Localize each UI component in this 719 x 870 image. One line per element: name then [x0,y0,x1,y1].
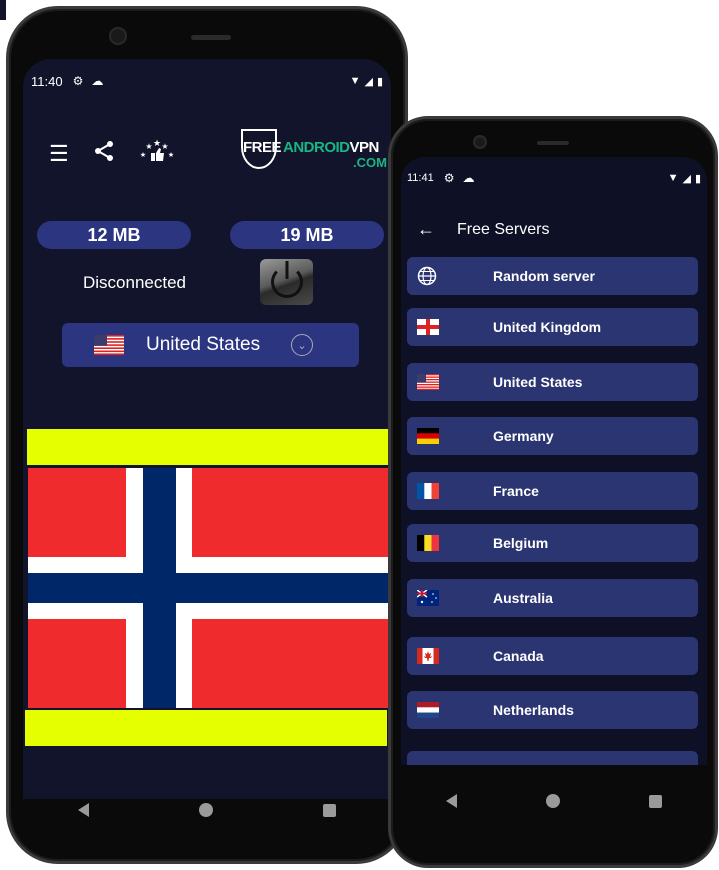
server-item-netherlands[interactable]: Netherlands [407,691,698,729]
nav-back-icon[interactable] [78,803,89,817]
main-screen: 11:40 ⚙ ☁ ▼ ◢ ▮ ☰ ★ ★ ★ ★ ★ FREE ANDROIDVPN … [23,59,391,799]
svg-text:★: ★ [140,151,146,159]
power-icon [270,261,303,298]
germany-flag-icon [417,428,439,444]
country-selector[interactable]: United States ⌄ [62,323,359,367]
connection-status: Disconnected [83,273,187,292]
svg-text:★: ★ [161,142,168,151]
share-icon[interactable] [93,140,115,168]
server-item-belgium[interactable]: Belgium [407,524,698,562]
gear-icon: ⚙ [443,171,455,185]
signal-icon: ◢ [364,75,373,88]
status-bar: 11:41 ⚙ ☁ ▼ ◢ ▮ [401,169,707,187]
svg-text:★: ★ [168,151,174,159]
ad-bar-top [27,429,389,465]
us-flag-icon [417,374,439,390]
nav-recents-icon[interactable] [323,803,336,817]
chevron-down-icon: ⌄ [291,334,313,356]
cloud-icon: ☁ [91,74,104,88]
battery-icon: ▮ [694,172,701,185]
page-title: Free Servers [457,220,550,238]
server-name: United Kingdom [493,319,602,335]
logo-android: ANDROIDVPN [283,139,379,156]
status-time: 11:40 [31,73,63,89]
ad-bar-bottom [25,710,387,746]
server-name: France [493,483,539,499]
server-item-us[interactable]: United States [407,363,698,401]
server-item-australia[interactable]: Australia [407,579,698,617]
main-phone-frame: 11:40 ⚙ ☁ ▼ ◢ ▮ ☰ ★ ★ ★ ★ ★ FREE ANDROIDVPN … [6,6,408,864]
server-name: Canada [493,648,544,664]
status-time: 11:41 [407,172,434,184]
server-item-partial[interactable] [407,751,698,765]
download-usage: 12 MB [37,221,191,249]
front-camera [109,27,127,45]
front-camera [473,135,487,149]
speaker [537,141,569,145]
server-name: United States [493,374,583,390]
servers-header: ← Free Servers [417,219,549,240]
nav-home-icon[interactable] [545,794,560,808]
wifi-icon: ▼ [349,74,361,87]
svg-text:★: ★ [145,142,152,151]
france-flag-icon [417,483,439,499]
logo-vpn: VPN [349,139,380,156]
corner-mark [0,0,6,20]
server-item-uk[interactable]: United Kingdom [407,308,698,346]
server-name: Netherlands [493,702,574,718]
gear-icon: ⚙ [72,74,84,88]
connect-power-button[interactable] [260,259,313,305]
nav-recents-icon[interactable] [649,794,663,808]
server-name: Random server [493,268,595,284]
rate-stars-thumb-icon[interactable]: ★ ★ ★ ★ ★ [139,137,175,171]
us-flag-icon [94,335,124,355]
brand-logo: FREE ANDROIDVPN .COM [241,125,391,175]
wifi-icon: ▼ [667,171,679,184]
back-arrow-icon[interactable]: ← [417,219,435,240]
logo-android-text: ANDROID [283,139,350,156]
nav-bar [401,773,707,829]
signal-icon: ◢ [682,172,691,185]
nav-home-icon[interactable] [199,803,213,817]
australia-flag-icon [417,590,439,606]
cloud-icon: ☁ [462,171,475,185]
server-item-france[interactable]: France [407,472,698,510]
speaker [191,35,231,40]
globe-icon [417,266,437,286]
servers-phone-frame: 11:41 ⚙ ☁ ▼ ◢ ▮ ← Free Servers Random se… [388,116,718,868]
server-item-random[interactable]: Random server [407,257,698,295]
server-item-canada[interactable]: Canada [407,637,698,675]
status-bar: 11:40 ⚙ ☁ ▼ ◢ ▮ [23,71,391,91]
belgium-flag-icon [417,535,439,551]
logo-free: FREE [243,139,282,156]
server-name: Belgium [493,535,549,551]
servers-screen: 11:41 ⚙ ☁ ▼ ◢ ▮ ← Free Servers Random se… [401,157,707,765]
canada-flag-icon [417,648,439,664]
server-item-germany[interactable]: Germany [407,417,698,455]
norway-flag-banner [28,468,388,708]
upload-usage: 19 MB [230,221,384,249]
nav-bar [23,783,391,837]
server-name: Australia [493,590,553,606]
logo-com: .COM [353,155,387,170]
server-name: Germany [493,428,554,444]
netherlands-flag-icon [417,702,439,718]
svg-text:★: ★ [153,138,161,148]
england-flag-icon [417,319,439,335]
server-list: Random server United Kingdom United Stat… [407,257,698,765]
toolbar: ☰ ★ ★ ★ ★ ★ [49,137,175,171]
selected-country-name: United States [146,334,261,355]
battery-icon: ▮ [376,75,383,88]
menu-list-icon[interactable]: ☰ [49,141,69,167]
nav-back-icon[interactable] [445,794,457,808]
